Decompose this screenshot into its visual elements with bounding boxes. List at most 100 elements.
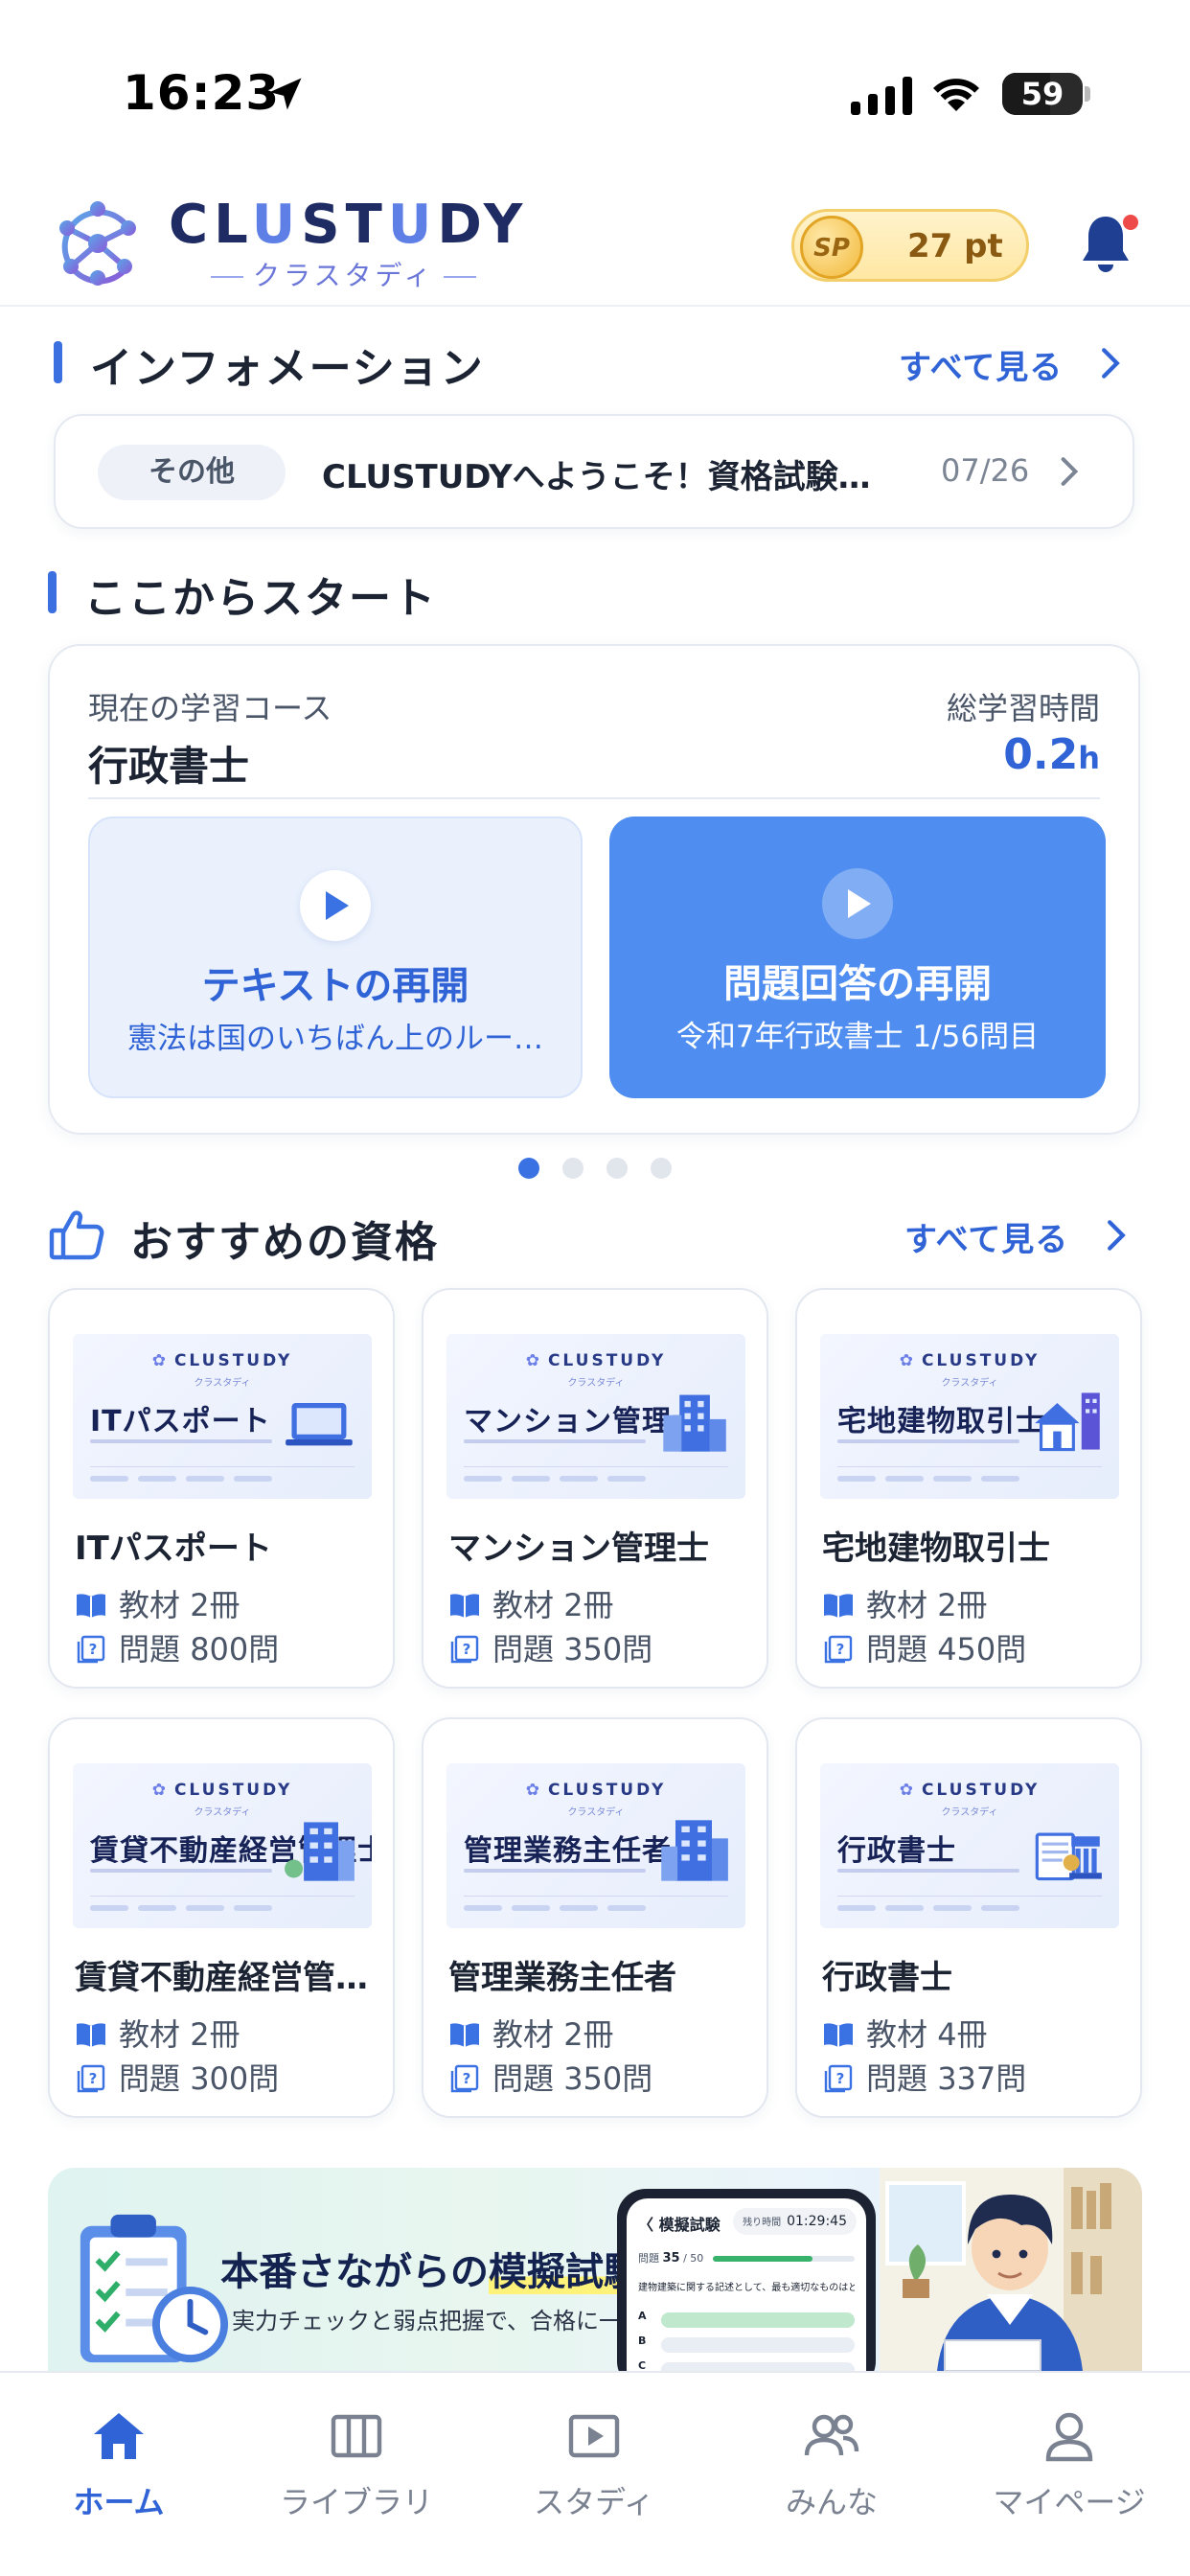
course-thumbnail: CLUSTUDY クラスタディ宅地建物取引士 [820, 1334, 1119, 1499]
course-illustration-icon [1035, 1392, 1100, 1452]
course-question-count: ? 問題 800問 [75, 1625, 279, 1669]
carousel-page-indicator[interactable] [0, 1158, 1190, 1181]
brand-logo-subtitle: クラスタディ [201, 255, 486, 293]
sp-coin-icon: SP [800, 216, 863, 279]
course-book-count: 教材 2冊 [448, 1581, 614, 1625]
tab-community[interactable]: みんな [736, 2407, 927, 2522]
points-badge[interactable]: SP 27 pt [791, 209, 1029, 282]
status-bar: 16:23 59 [0, 0, 1190, 172]
thumbnail-brand-sub: クラスタディ [194, 1378, 251, 1389]
thumbnail-brand: CLUSTUDY [73, 1351, 372, 1370]
mock-exam-question: 建物建築に関する記述として、最も適切なものはどれか。 [638, 2283, 855, 2293]
question-sheet-icon: ? [824, 2064, 853, 2093]
thumbnail-brand-sub: クラスタディ [941, 1378, 998, 1389]
recommended-see-all-link[interactable]: すべて見る [904, 1213, 1068, 1260]
carousel-dot[interactable] [606, 1158, 628, 1179]
info-list-item[interactable]: その他 CLUSTUDYへようこそ！資格試験… 07/26 [54, 414, 1134, 529]
people-icon [804, 2414, 859, 2456]
course-question-count: ? 問題 450問 [822, 1625, 1026, 1669]
svg-text:?: ? [89, 2070, 98, 2087]
book-icon [824, 2023, 853, 2047]
course-thumbnail: CLUSTUDY クラスタディ ITパスポート [73, 1334, 372, 1499]
info-category-tag: その他 [98, 445, 286, 500]
library-icon [331, 2414, 382, 2458]
total-study-time-label: 総学習時間 [946, 690, 1100, 726]
play-icon [300, 870, 371, 941]
svg-text:?: ? [89, 1641, 98, 1658]
divider [90, 1869, 272, 1873]
chevron-right-icon[interactable] [1100, 347, 1121, 380]
divider [464, 1439, 646, 1443]
progress-fill [713, 2256, 812, 2262]
resume-text-subtitle: 憲法は国のいちばん上のルー… [127, 1022, 543, 1056]
chevron-right-icon [1061, 457, 1079, 486]
course-question-count: ? 問題 350問 [448, 2055, 652, 2099]
bottom-tab-bar: ホーム ライブラリ スタディ みんな マイページ [0, 2371, 1190, 2576]
course-question-count: ? 問題 337問 [822, 2055, 1026, 2099]
home-icon [94, 2413, 144, 2459]
question-sheet-icon: ? [450, 2064, 479, 2093]
course-illustration-icon [661, 1820, 728, 1881]
chevron-right-icon[interactable] [1106, 1219, 1127, 1252]
section-accent-bar [54, 341, 62, 383]
book-icon [824, 1594, 853, 1618]
thumbnail-brand-sub: クラスタディ [194, 1807, 251, 1818]
mock-exam-screen-title: 〈 模擬試験 [638, 2216, 721, 2234]
course-thumbnail: CLUSTUDYクラスタディ賃貸不動産経営管理士 [73, 1763, 372, 1928]
divider [88, 797, 1100, 799]
question-sheet-icon: ? [77, 1635, 105, 1664]
svg-text:?: ? [463, 2070, 471, 2087]
info-see-all-link[interactable]: すべて見る [899, 341, 1063, 388]
mock-exam-progress-bar [713, 2256, 855, 2262]
course-card-management-chief[interactable]: CLUSTUDYクラスタディ管理業務主任者管理業務主任者教材 2冊?問題 350… [422, 1717, 768, 2118]
course-card-it-passport[interactable]: CLUSTUDY クラスタディ ITパスポート ITパスポート教材 2冊?問題 800… [48, 1288, 395, 1689]
tab-library[interactable]: ライブラリ [261, 2407, 452, 2522]
svg-text:?: ? [836, 1641, 845, 1658]
banner-title: 本番さながらの模擬試験! [220, 2250, 659, 2294]
carousel-dot[interactable] [562, 1158, 584, 1179]
course-name: 管理業務主任者 [448, 1959, 676, 1997]
question-sheet-icon: ? [824, 1635, 853, 1664]
info-section-title: インフォメーション [90, 344, 485, 393]
resume-text-title: テキストの再開 [201, 964, 469, 1008]
mock-exam-banner[interactable]: 本番さながらの模擬試験! 実力チェックと弱点把握で、合格に一歩リード 〈 模擬試… [48, 2168, 1142, 2371]
course-name: 行政書士 [822, 1959, 952, 1997]
battery-tip [1085, 86, 1090, 102]
carousel-dot[interactable] [518, 1158, 539, 1179]
thumbnail-brand-sub: クラスタディ [567, 1807, 625, 1818]
info-headline: CLUSTUDYへようこそ！資格試験… [322, 458, 871, 496]
mock-exam-progress: 問題 35 / 50 [638, 2251, 704, 2266]
svg-text:?: ? [463, 1641, 471, 1658]
thumbnail-footer [837, 1896, 1102, 1911]
course-card-condo-manager[interactable]: CLUSTUDYクラスタディマンション管理士マンション管理士教材 2冊?問題 3… [422, 1288, 768, 1689]
course-illustration-icon [663, 1394, 726, 1452]
location-arrow-icon [269, 78, 302, 110]
course-name: 行政書士 [88, 743, 250, 790]
thumbnail-brand: CLUSTUDY [446, 1351, 745, 1370]
course-card-rental-property-manager[interactable]: CLUSTUDYクラスタディ賃貸不動産経営管理士賃貸不動産経営管…教材 2冊?問… [48, 1717, 395, 2118]
thumbnail-footer [464, 1896, 728, 1911]
course-card-real-estate-agent[interactable]: CLUSTUDYクラスタディ宅地建物取引士宅地建物取引士教材 2冊?問題 450… [795, 1288, 1142, 1689]
book-icon [77, 2023, 105, 2047]
resume-quiz-button[interactable]: 問題回答の再開 令和7年行政書士 1/56問目 [609, 816, 1106, 1098]
tab-library-label: ライブラリ [279, 2484, 433, 2520]
student-illustration [880, 2168, 1142, 2371]
phone-mockup-illustration: 〈 模擬試験 残り時間 01:29:45 問題 35 / 50 建物建築に関する記… [617, 2189, 876, 2371]
course-illustration-icon [286, 1403, 353, 1446]
study-icon [568, 2414, 620, 2458]
thumbnail-footer [837, 1466, 1102, 1482]
carousel-dot[interactable] [651, 1158, 672, 1179]
start-section-title: ここからスタート [84, 574, 437, 623]
course-thumbnail: CLUSTUDY クラスタディ行政書士 [820, 1763, 1119, 1928]
tab-home[interactable]: ホーム [23, 2407, 215, 2522]
resume-text-button[interactable]: テキストの再開 憲法は国のいちばん上のルー… [88, 816, 583, 1098]
person-icon [1045, 2412, 1093, 2462]
tab-study[interactable]: スタディ [498, 2407, 690, 2522]
tab-mypage[interactable]: マイページ [973, 2407, 1165, 2522]
course-name: 賃貸不動産経営管… [75, 1959, 368, 1997]
svg-text:?: ? [836, 2070, 845, 2087]
course-card-administrative-scrivener[interactable]: CLUSTUDYクラスタディ行政書士行政書士教材 4冊?問題 337問 [795, 1717, 1142, 2118]
book-icon [77, 1594, 105, 1618]
divider [464, 1869, 646, 1873]
thumbnail-title: 行政書士 [837, 1834, 956, 1868]
